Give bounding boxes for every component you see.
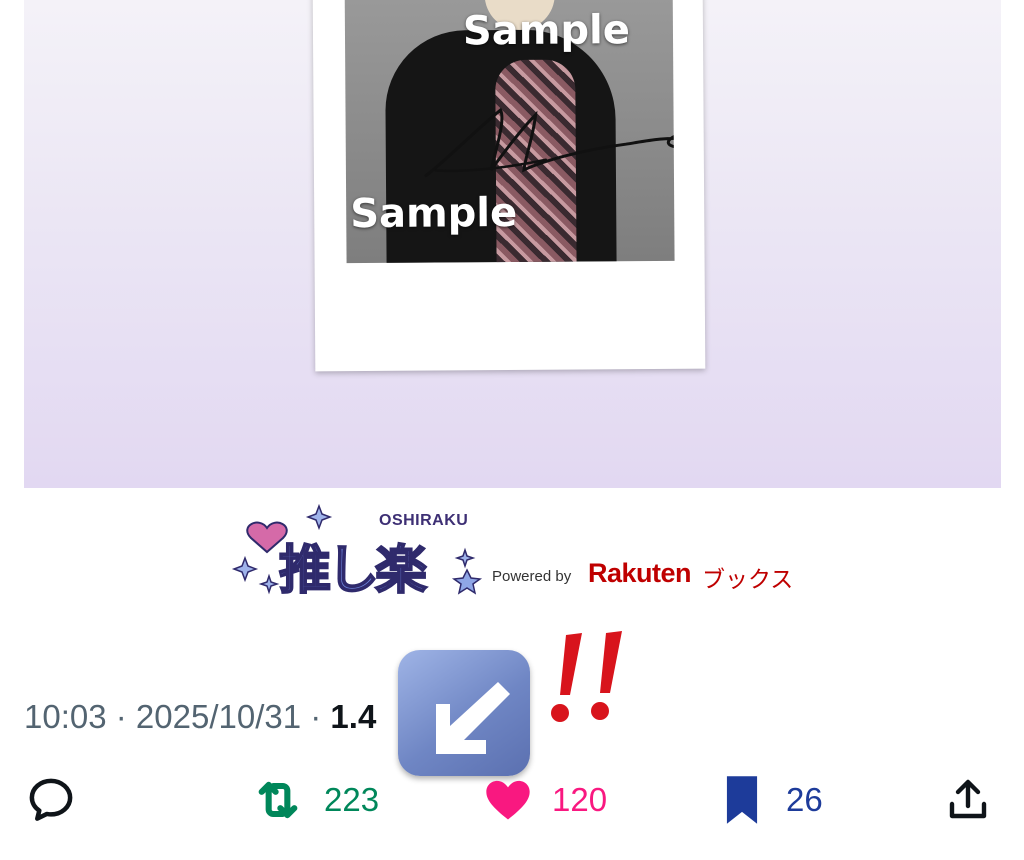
tweet-media-image[interactable]: Sample Sample	[24, 0, 1001, 488]
autograph-photo: Sample Sample	[344, 0, 675, 264]
bookmark-icon	[726, 776, 758, 824]
powered-by-label: Powered by	[492, 568, 572, 585]
watermark-top: Sample	[462, 7, 631, 55]
meta-separator: ·	[106, 698, 136, 735]
reply-icon	[29, 778, 73, 821]
brand-banner: OSHIRAKU 推し楽 Powered by Rakuten ブックス	[24, 488, 1001, 602]
share-icon	[949, 779, 987, 819]
like-button[interactable]: 120	[482, 760, 607, 840]
double-exclamation-icon	[551, 631, 622, 722]
tweet-date[interactable]: 2025/10/31	[136, 698, 301, 735]
tweet-time[interactable]: 10:03	[24, 698, 107, 735]
repost-icon	[258, 781, 298, 819]
rakuten-logo-text: Rakuten	[588, 558, 692, 588]
tweet-action-bar: 223 120 26	[0, 760, 1024, 840]
bookmark-count: 26	[786, 781, 823, 818]
repost-count: 223	[324, 781, 380, 818]
polaroid-card: Sample Sample	[312, 0, 706, 372]
repost-button[interactable]: 223	[250, 760, 379, 840]
share-button[interactable]	[944, 760, 1010, 840]
like-count: 120	[552, 781, 608, 818]
heart-icon	[486, 780, 530, 820]
view-count[interactable]: 1.4	[330, 698, 376, 735]
rakuten-books-text: ブックス	[702, 566, 794, 592]
meta-separator: ·	[301, 698, 331, 735]
oshiraku-logo-text: 推し楽	[278, 540, 428, 602]
south-west-arrow-emoji-icon	[398, 650, 530, 776]
handwritten-signature	[424, 107, 675, 178]
bookmark-button[interactable]: 26	[716, 760, 823, 840]
reply-button[interactable]	[24, 760, 96, 840]
